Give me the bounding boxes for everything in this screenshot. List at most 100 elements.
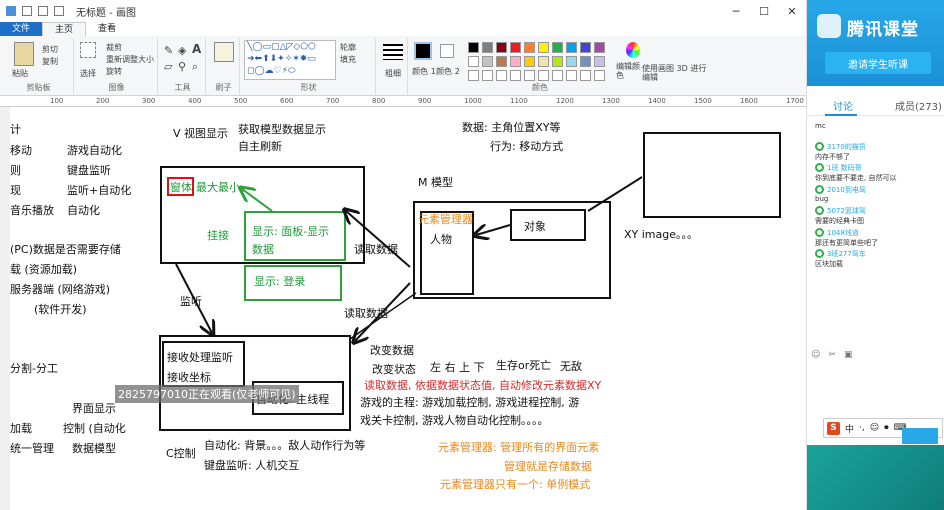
palette-swatch[interactable] [594, 42, 605, 53]
paint3d-button[interactable]: 使用画图 3D 进行编辑 [642, 64, 712, 82]
fill-icon[interactable]: ◈ [178, 44, 186, 57]
palette-swatch[interactable] [552, 56, 563, 67]
paste-button[interactable]: 粘贴 [12, 68, 28, 79]
ruler-tick-label: 800 [372, 97, 386, 105]
save-icon[interactable] [22, 6, 32, 16]
palette-swatch[interactable] [468, 56, 479, 67]
sogou-icon[interactable]: S [827, 421, 840, 435]
select-icon[interactable] [80, 42, 96, 58]
text-icon[interactable]: A [192, 42, 201, 56]
ribbon-tabs: 文件 主页 查看 [0, 22, 806, 36]
screenshot-icon[interactable]: ✂ [828, 350, 836, 364]
user-avatar-icon[interactable] [815, 184, 824, 194]
palette-swatch[interactable] [566, 42, 577, 53]
color1-button[interactable]: 颜色 1 [412, 66, 436, 77]
custom-color-slot[interactable] [566, 70, 577, 81]
cut-button[interactable]: 剪切 [42, 44, 58, 55]
shapes-gallery[interactable]: ╲◯▭▢△◸◇⬠⬡ ➜⬅⬆⬇✦✧✶✸▭ ◻◯☁♡⚡⬭ [244, 40, 336, 80]
chat-username[interactable]: 3班277驾车 [827, 249, 866, 259]
magnifier-icon[interactable]: ⌕ [192, 60, 198, 74]
palette-swatch[interactable] [580, 42, 591, 53]
chat-username[interactable]: 3170的猫员 [827, 142, 866, 152]
paste-icon[interactable] [14, 42, 34, 66]
palette-swatch[interactable] [594, 56, 605, 67]
ime-punct-icon[interactable]: ·, [859, 423, 865, 433]
active-tab-underline [825, 114, 857, 116]
palette-swatch[interactable] [468, 42, 479, 53]
user-avatar-icon[interactable] [815, 249, 824, 258]
ime-mode-icon[interactable]: 中 [845, 422, 854, 435]
color-picker-icon[interactable]: ⚲ [178, 60, 186, 73]
shapes-group: ╲◯▭▢△◸◇⬠⬡ ➜⬅⬆⬇✦✧✶✸▭ ◻◯☁♡⚡⬭ 轮廓 填充 形状 [242, 38, 376, 94]
palette-swatch[interactable] [538, 56, 549, 67]
color2-button[interactable]: 颜色 2 [436, 66, 460, 77]
ime-emoji-icon[interactable]: ☺ [870, 423, 879, 433]
palette-swatch[interactable] [496, 56, 507, 67]
drawing-canvas[interactable]: 计移动则现音乐播放 (PC)数据是否需要存储载 (资源加载) 服务器端 (网络游戏)… [10, 107, 806, 510]
user-avatar-icon[interactable] [815, 141, 824, 151]
eraser-icon[interactable]: ▱ [164, 60, 172, 73]
sidebar-tabs: 讨论 成员(273) [807, 94, 944, 116]
palette-swatch[interactable] [538, 42, 549, 53]
fill-button[interactable]: 填充 [340, 54, 356, 65]
palette-swatch[interactable] [552, 42, 563, 53]
size-icon[interactable] [383, 44, 403, 60]
palette-swatch[interactable] [482, 42, 493, 53]
palette-swatch[interactable] [566, 56, 577, 67]
emoji-icon[interactable]: ☺ [811, 350, 820, 364]
custom-color-slot[interactable] [552, 70, 563, 81]
outline-button[interactable]: 轮廓 [340, 42, 356, 53]
user-avatar-icon[interactable] [815, 206, 824, 215]
pencil-icon[interactable]: ✎ [164, 44, 173, 57]
palette-swatch[interactable] [482, 56, 493, 67]
custom-color-slot[interactable] [496, 70, 507, 81]
chat-username[interactable]: 2010到电驾 [827, 185, 866, 195]
send-button[interactable] [902, 428, 938, 444]
tab-members[interactable]: 成员(273) [895, 98, 942, 113]
brushes-group: 刷子 [208, 38, 240, 94]
ime-mic-icon[interactable]: ⏺ [884, 423, 889, 433]
custom-color-slot[interactable] [594, 70, 605, 81]
user-avatar-icon[interactable] [815, 227, 824, 237]
image-label: 图像 [108, 83, 125, 92]
palette-swatch[interactable] [510, 42, 521, 53]
tab-file[interactable]: 文件 [0, 22, 43, 36]
user-avatar-icon[interactable] [815, 163, 824, 172]
edit-colors-icon[interactable] [626, 42, 640, 58]
copy-button[interactable]: 复制 [42, 56, 58, 67]
redo-icon[interactable] [54, 6, 64, 16]
rotate-button[interactable]: 旋转 [106, 66, 122, 77]
chat-toolbar: ☺ ✂ ▣ [811, 350, 941, 364]
tab-discuss[interactable]: 讨论 [833, 98, 853, 113]
custom-color-slot[interactable] [538, 70, 549, 81]
tab-view[interactable]: 查看 [86, 22, 128, 36]
undo-icon[interactable] [38, 6, 48, 16]
classroom-sidebar: 腾讯课堂 邀请学生听课 讨论 成员(273) mc 3170的猫员 内存不够了 1班 … [806, 0, 944, 510]
chat-username[interactable]: 5072篮球驾 [827, 206, 866, 216]
palette-swatch[interactable] [524, 42, 535, 53]
size-button[interactable]: 粗细 [385, 68, 401, 79]
palette-swatch[interactable] [524, 56, 535, 67]
minimize-button[interactable]: ─ [722, 0, 750, 22]
maximize-button[interactable]: ☐ [750, 0, 778, 22]
select-button[interactable]: 选择 [80, 68, 96, 79]
crop-button[interactable]: 裁剪 [106, 42, 122, 53]
custom-color-slot[interactable] [580, 70, 591, 81]
palette-swatch[interactable] [496, 42, 507, 53]
close-button[interactable]: ✕ [778, 0, 806, 22]
palette-swatch[interactable] [510, 56, 521, 67]
invite-students-button[interactable]: 邀请学生听课 [825, 52, 931, 74]
color2-swatch[interactable] [440, 44, 454, 58]
image-icon[interactable]: ▣ [844, 350, 853, 364]
color1-swatch[interactable] [414, 42, 432, 60]
custom-color-slot[interactable] [468, 70, 479, 81]
palette-swatch[interactable] [580, 56, 591, 67]
tab-home[interactable]: 主页 [42, 22, 87, 36]
custom-color-slot[interactable] [510, 70, 521, 81]
brush-icon[interactable] [214, 42, 234, 62]
resize-button[interactable]: 重新调整大小 [106, 54, 154, 65]
chat-username[interactable]: 1048线道 [827, 228, 859, 238]
custom-color-slot[interactable] [482, 70, 493, 81]
custom-color-slot[interactable] [524, 70, 535, 81]
chat-username[interactable]: 1班 数码哥 [827, 163, 862, 173]
